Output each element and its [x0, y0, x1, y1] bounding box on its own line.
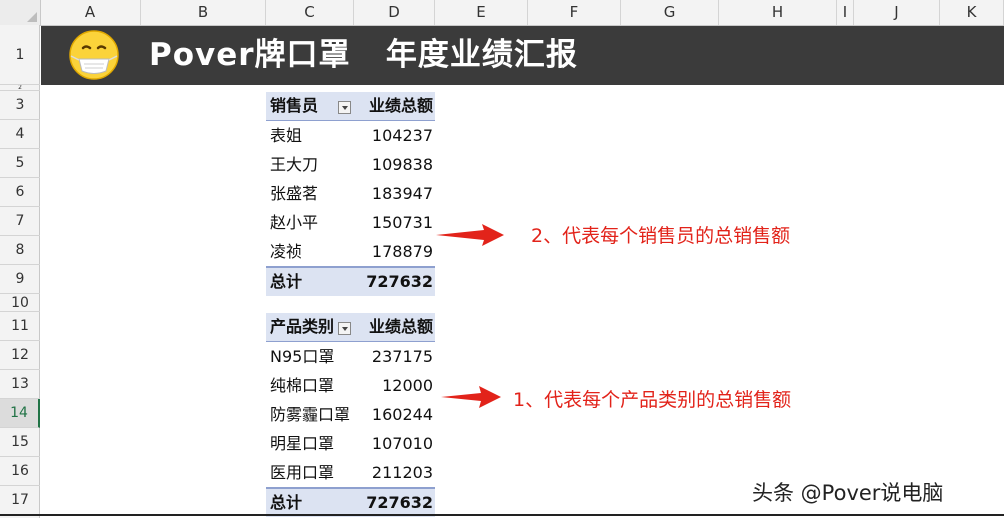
column-header-k[interactable]: K: [940, 0, 1004, 25]
pivot-header-row: 销售员 业绩总额: [266, 92, 435, 121]
row-header-8[interactable]: 8: [0, 236, 40, 265]
row-header-6[interactable]: 6: [0, 178, 40, 207]
row-header-4[interactable]: 4: [0, 120, 40, 149]
column-header-e[interactable]: E: [435, 0, 528, 25]
row-label: 王大刀: [270, 155, 319, 174]
pivot-row-field-label: 销售员: [270, 96, 319, 115]
row-value: 107010: [371, 434, 433, 453]
row-label: N95口罩: [270, 347, 335, 366]
row-value: 237175: [371, 347, 433, 366]
row-value: 160244: [371, 405, 433, 424]
filter-dropdown-icon[interactable]: [338, 322, 351, 335]
column-header-c[interactable]: C: [266, 0, 354, 25]
row-header-3[interactable]: 3: [0, 91, 40, 120]
annotation-salesperson: 2、代表每个销售员的总销售额: [531, 225, 791, 247]
row-label: 凌祯: [270, 242, 303, 261]
row-header-1[interactable]: 1: [0, 25, 40, 85]
row-label: 赵小平: [270, 213, 319, 232]
column-header-g[interactable]: G: [621, 0, 719, 25]
arrow-product-icon: [441, 386, 501, 408]
masked-face-icon: [69, 30, 119, 80]
row-value: 109838: [371, 155, 433, 174]
pivot-value-field-label: 业绩总额: [368, 96, 433, 115]
row-header-7[interactable]: 7: [0, 207, 40, 236]
table-row[interactable]: 张盛茗 183947: [266, 179, 435, 208]
row-value: 178879: [371, 242, 433, 261]
row-header-9[interactable]: 9: [0, 265, 40, 294]
total-value: 727632: [366, 493, 433, 512]
column-header-d[interactable]: D: [354, 0, 435, 25]
table-row[interactable]: 王大刀 109838: [266, 150, 435, 179]
row-value: 150731: [371, 213, 433, 232]
pivot-total-row[interactable]: 总计 727632: [266, 266, 435, 296]
row-label: 明星口罩: [270, 434, 335, 453]
select-all-corner[interactable]: [0, 0, 41, 25]
row-header-17[interactable]: 17: [0, 486, 40, 515]
pivot-total-row[interactable]: 总计 727632: [266, 487, 435, 517]
table-row[interactable]: 医用口罩 211203: [266, 458, 435, 487]
table-row[interactable]: 表姐 104237: [266, 121, 435, 150]
total-value: 727632: [366, 272, 433, 291]
total-label: 总计: [270, 272, 303, 291]
row-header-10[interactable]: 10: [0, 294, 40, 312]
column-header-h[interactable]: H: [719, 0, 837, 25]
row-header-bar: 1 2 3 4 5 6 7 8 9 10 11 12 13 14 15 16 1…: [0, 25, 40, 518]
row-value: 211203: [371, 463, 433, 482]
row-label: 防雾霾口罩: [270, 405, 351, 424]
row-value: 183947: [371, 184, 433, 203]
pivot-row-field-label: 产品类别: [270, 317, 335, 336]
row-label: 医用口罩: [270, 463, 335, 482]
column-header-bar: A B C D E F G H I J K: [0, 0, 1004, 26]
annotation-product: 1、代表每个产品类别的总销售额: [513, 389, 792, 411]
row-header-5[interactable]: 5: [0, 149, 40, 178]
row-header-12[interactable]: 12: [0, 341, 40, 370]
column-header-f[interactable]: F: [528, 0, 621, 25]
table-row[interactable]: 防雾霾口罩 160244: [266, 400, 435, 429]
table-row[interactable]: 赵小平 150731: [266, 208, 435, 237]
row-header-11[interactable]: 11: [0, 312, 40, 341]
column-header-i[interactable]: I: [837, 0, 854, 25]
row-header-15[interactable]: 15: [0, 428, 40, 457]
row-label: 纯棉口罩: [270, 376, 335, 395]
row-header-13[interactable]: 13: [0, 370, 40, 399]
pivot-table-product[interactable]: 产品类别 业绩总额 N95口罩 237175 纯棉口罩 12000 防雾霾口罩 …: [266, 313, 435, 517]
column-header-j[interactable]: J: [854, 0, 940, 25]
arrow-sales-icon: [436, 224, 504, 246]
table-row[interactable]: 明星口罩 107010: [266, 429, 435, 458]
table-row[interactable]: 纯棉口罩 12000: [266, 371, 435, 400]
total-label: 总计: [270, 493, 303, 512]
column-header-b[interactable]: B: [141, 0, 266, 25]
row-header-16[interactable]: 16: [0, 457, 40, 486]
bottom-border: [0, 514, 1004, 516]
report-title: Pover牌口罩 年度业绩汇报: [149, 37, 578, 73]
row-header-14[interactable]: 14: [0, 399, 40, 428]
pivot-value-field-label: 业绩总额: [368, 317, 433, 336]
table-row[interactable]: N95口罩 237175: [266, 342, 435, 371]
pivot-table-salesperson[interactable]: 销售员 业绩总额 表姐 104237 王大刀 109838 张盛茗 183947…: [266, 92, 435, 296]
row-value: 12000: [382, 376, 433, 395]
row-label: 表姐: [270, 126, 303, 145]
pivot-header-row: 产品类别 业绩总额: [266, 313, 435, 342]
table-row[interactable]: 凌祯 178879: [266, 237, 435, 266]
row-label: 张盛茗: [270, 184, 319, 203]
watermark: 头条 @Pover说电脑: [752, 481, 944, 505]
row-value: 104237: [371, 126, 433, 145]
title-banner: Pover牌口罩 年度业绩汇报: [41, 26, 1004, 85]
column-header-a[interactable]: A: [40, 0, 141, 25]
filter-dropdown-icon[interactable]: [338, 101, 351, 114]
